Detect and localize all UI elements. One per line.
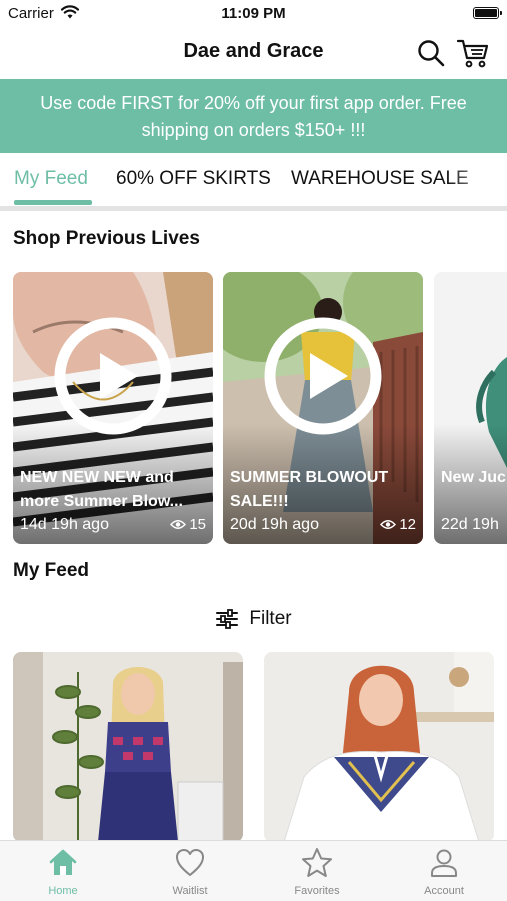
- live-title: New Juc dresses,: [441, 469, 507, 486]
- home-icon: [49, 849, 77, 875]
- view-count-value: 15: [189, 516, 206, 533]
- product-card[interactable]: [264, 652, 494, 842]
- filter-label: Filter: [249, 608, 292, 629]
- my-feed-heading: My Feed: [13, 560, 90, 581]
- tabs-fade: [447, 154, 507, 208]
- live-time-ago: 20d 19h ago: [230, 516, 319, 533]
- promo-text: Use code FIRST for 20% off your first ap…: [40, 93, 467, 140]
- tab-60-off-skirts[interactable]: 60% OFF SKIRTS: [116, 168, 271, 190]
- tab-bar-favorites[interactable]: Favorites: [254, 841, 380, 901]
- tab-bar-home-label: Home: [48, 885, 78, 897]
- promo-banner[interactable]: Use code FIRST for 20% off your first ap…: [0, 79, 507, 153]
- live-card[interactable]: SUMMER BLOWOUT SALE!!! 20d 19h ago 12: [223, 272, 423, 544]
- star-icon: [302, 848, 332, 877]
- tab-bar-home[interactable]: Home: [0, 841, 126, 901]
- tab-bar-waitlist-label: Waitlist: [172, 885, 208, 897]
- product-card[interactable]: [13, 652, 243, 842]
- sliders-icon: [216, 609, 239, 629]
- tab-bar-favorites-label: Favorites: [294, 885, 340, 897]
- live-time-ago: 14d 19h ago: [20, 516, 109, 533]
- battery-icon: [473, 7, 502, 19]
- live-card[interactable]: New Juc dresses, 22d 19h: [434, 272, 507, 544]
- filter-button[interactable]: Filter: [0, 604, 507, 634]
- tab-my-feed[interactable]: My Feed: [14, 168, 88, 190]
- clock: 11:09 PM: [221, 5, 286, 22]
- tab-bar-waitlist[interactable]: Waitlist: [127, 841, 253, 901]
- product-image: [13, 652, 243, 842]
- play-icon[interactable]: [53, 316, 173, 436]
- top-nav-bar: Dae and Grace: [0, 28, 507, 78]
- view-count: 12: [380, 516, 416, 533]
- view-count-value: 12: [399, 516, 416, 533]
- category-tabs: My Feed 60% OFF SKIRTS WAREHOUSE SALE: [0, 154, 507, 208]
- heart-icon: [176, 849, 204, 876]
- active-tab-indicator: [14, 200, 92, 205]
- status-bar: Carrier 11:09 PM: [0, 0, 507, 28]
- person-icon: [431, 849, 457, 877]
- cart-icon[interactable]: [456, 37, 490, 69]
- previous-lives-carousel[interactable]: NEW NEW NEW and more Summer Blow... 14d …: [0, 272, 507, 544]
- view-count: 15: [170, 516, 206, 533]
- eye-icon: [170, 520, 187, 529]
- live-title: SUMMER BLOWOUT SALE!!!: [230, 469, 389, 510]
- tab-warehouse-sale[interactable]: WAREHOUSE SALE: [291, 168, 469, 190]
- tab-bar-account-label: Account: [424, 885, 464, 897]
- live-card[interactable]: NEW NEW NEW and more Summer Blow... 14d …: [13, 272, 213, 544]
- product-image: [264, 652, 494, 842]
- divider: [0, 206, 507, 211]
- eye-icon: [380, 520, 397, 529]
- bottom-tab-bar: Home Waitlist Favorites Account: [0, 840, 507, 901]
- search-icon[interactable]: [416, 38, 446, 68]
- previous-lives-heading: Shop Previous Lives: [13, 228, 200, 249]
- tab-bar-account[interactable]: Account: [381, 841, 507, 901]
- play-icon[interactable]: [263, 316, 383, 436]
- live-time-ago: 22d 19h: [441, 516, 499, 533]
- live-title: NEW NEW NEW and more Summer Blow...: [20, 469, 183, 510]
